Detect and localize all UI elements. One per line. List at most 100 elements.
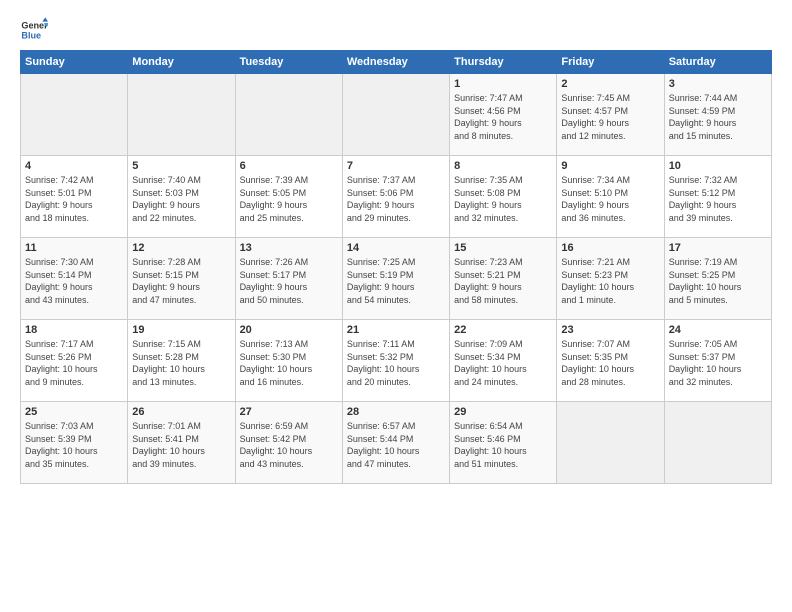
day-number: 11 [25, 242, 123, 254]
day-info: Sunrise: 7:32 AM Sunset: 5:12 PM Dayligh… [669, 174, 767, 224]
day-cell: 18 Sunrise: 7:17 AM Sunset: 5:26 PM Dayli… [21, 320, 128, 402]
header-cell-wednesday: Wednesday [342, 51, 449, 74]
day-info: Sunrise: 6:57 AM Sunset: 5:44 PM Dayligh… [347, 420, 445, 470]
day-number: 21 [347, 324, 445, 336]
logo: General Blue [20, 16, 52, 44]
day-info: Sunrise: 7:05 AM Sunset: 5:37 PM Dayligh… [669, 338, 767, 388]
day-cell [235, 74, 342, 156]
day-info: Sunrise: 7:35 AM Sunset: 5:08 PM Dayligh… [454, 174, 552, 224]
day-info: Sunrise: 7:42 AM Sunset: 5:01 PM Dayligh… [25, 174, 123, 224]
day-number: 3 [669, 78, 767, 90]
header-cell-monday: Monday [128, 51, 235, 74]
day-cell [128, 74, 235, 156]
day-cell: 13 Sunrise: 7:26 AM Sunset: 5:17 PM Dayli… [235, 238, 342, 320]
day-cell [664, 402, 771, 484]
day-number: 19 [132, 324, 230, 336]
header-cell-saturday: Saturday [664, 51, 771, 74]
day-number: 15 [454, 242, 552, 254]
calendar-body: 1Sunrise: 7:47 AM Sunset: 4:56 PM Daylig… [21, 74, 772, 484]
day-cell: 4 Sunrise: 7:42 AM Sunset: 5:01 PM Daylig… [21, 156, 128, 238]
day-number: 13 [240, 242, 338, 254]
day-number: 6 [240, 160, 338, 172]
day-info: Sunrise: 7:21 AM Sunset: 5:23 PM Dayligh… [561, 256, 659, 306]
day-cell: 8 Sunrise: 7:35 AM Sunset: 5:08 PM Daylig… [450, 156, 557, 238]
day-number: 24 [669, 324, 767, 336]
day-number: 14 [347, 242, 445, 254]
day-number: 25 [25, 406, 123, 418]
day-number: 18 [25, 324, 123, 336]
day-number: 16 [561, 242, 659, 254]
day-cell: 25Sunrise: 7:03 AM Sunset: 5:39 PM Dayli… [21, 402, 128, 484]
day-number: 8 [454, 160, 552, 172]
header-row: SundayMondayTuesdayWednesdayThursdayFrid… [21, 51, 772, 74]
header-cell-tuesday: Tuesday [235, 51, 342, 74]
page: General Blue SundayMondayTuesdayWednesda… [0, 0, 792, 494]
day-number: 22 [454, 324, 552, 336]
day-cell: 9 Sunrise: 7:34 AM Sunset: 5:10 PM Daylig… [557, 156, 664, 238]
day-cell: 21 Sunrise: 7:11 AM Sunset: 5:32 PM Dayli… [342, 320, 449, 402]
day-info: Sunrise: 7:26 AM Sunset: 5:17 PM Dayligh… [240, 256, 338, 306]
day-info: Sunrise: 7:45 AM Sunset: 4:57 PM Dayligh… [561, 92, 659, 142]
day-number: 10 [669, 160, 767, 172]
day-info: Sunrise: 7:15 AM Sunset: 5:28 PM Dayligh… [132, 338, 230, 388]
logo-icon: General Blue [20, 16, 48, 44]
day-cell: 27Sunrise: 6:59 AM Sunset: 5:42 PM Dayli… [235, 402, 342, 484]
week-row-5: 25Sunrise: 7:03 AM Sunset: 5:39 PM Dayli… [21, 402, 772, 484]
day-cell: 10 Sunrise: 7:32 AM Sunset: 5:12 PM Dayli… [664, 156, 771, 238]
day-cell: 16 Sunrise: 7:21 AM Sunset: 5:23 PM Dayli… [557, 238, 664, 320]
day-number: 26 [132, 406, 230, 418]
day-number: 12 [132, 242, 230, 254]
day-cell: 5 Sunrise: 7:40 AM Sunset: 5:03 PM Daylig… [128, 156, 235, 238]
day-cell: 28Sunrise: 6:57 AM Sunset: 5:44 PM Dayli… [342, 402, 449, 484]
day-number: 9 [561, 160, 659, 172]
day-cell: 15 Sunrise: 7:23 AM Sunset: 5:21 PM Dayli… [450, 238, 557, 320]
day-info: Sunrise: 7:28 AM Sunset: 5:15 PM Dayligh… [132, 256, 230, 306]
calendar-header: SundayMondayTuesdayWednesdayThursdayFrid… [21, 51, 772, 74]
day-number: 27 [240, 406, 338, 418]
day-cell: 22Sunrise: 7:09 AM Sunset: 5:34 PM Dayli… [450, 320, 557, 402]
day-number: 17 [669, 242, 767, 254]
header-cell-friday: Friday [557, 51, 664, 74]
day-cell: 17 Sunrise: 7:19 AM Sunset: 5:25 PM Dayli… [664, 238, 771, 320]
day-info: Sunrise: 7:40 AM Sunset: 5:03 PM Dayligh… [132, 174, 230, 224]
week-row-3: 11 Sunrise: 7:30 AM Sunset: 5:14 PM Dayli… [21, 238, 772, 320]
day-info: Sunrise: 7:19 AM Sunset: 5:25 PM Dayligh… [669, 256, 767, 306]
day-number: 7 [347, 160, 445, 172]
day-info: Sunrise: 7:17 AM Sunset: 5:26 PM Dayligh… [25, 338, 123, 388]
day-number: 5 [132, 160, 230, 172]
day-info: Sunrise: 7:37 AM Sunset: 5:06 PM Dayligh… [347, 174, 445, 224]
day-cell: 19 Sunrise: 7:15 AM Sunset: 5:28 PM Dayli… [128, 320, 235, 402]
day-cell: 2Sunrise: 7:45 AM Sunset: 4:57 PM Daylig… [557, 74, 664, 156]
day-cell [342, 74, 449, 156]
day-cell: 12 Sunrise: 7:28 AM Sunset: 5:15 PM Dayli… [128, 238, 235, 320]
day-info: Sunrise: 7:11 AM Sunset: 5:32 PM Dayligh… [347, 338, 445, 388]
day-cell: 23Sunrise: 7:07 AM Sunset: 5:35 PM Dayli… [557, 320, 664, 402]
week-row-1: 1Sunrise: 7:47 AM Sunset: 4:56 PM Daylig… [21, 74, 772, 156]
header-cell-sunday: Sunday [21, 51, 128, 74]
header: General Blue [20, 16, 772, 44]
week-row-2: 4 Sunrise: 7:42 AM Sunset: 5:01 PM Daylig… [21, 156, 772, 238]
week-row-4: 18 Sunrise: 7:17 AM Sunset: 5:26 PM Dayli… [21, 320, 772, 402]
header-cell-thursday: Thursday [450, 51, 557, 74]
day-cell: 11 Sunrise: 7:30 AM Sunset: 5:14 PM Dayli… [21, 238, 128, 320]
day-number: 20 [240, 324, 338, 336]
day-info: Sunrise: 7:34 AM Sunset: 5:10 PM Dayligh… [561, 174, 659, 224]
day-cell: 26Sunrise: 7:01 AM Sunset: 5:41 PM Dayli… [128, 402, 235, 484]
calendar-table: SundayMondayTuesdayWednesdayThursdayFrid… [20, 50, 772, 484]
day-info: Sunrise: 7:47 AM Sunset: 4:56 PM Dayligh… [454, 92, 552, 142]
day-cell: 14Sunrise: 7:25 AM Sunset: 5:19 PM Dayli… [342, 238, 449, 320]
day-info: Sunrise: 7:23 AM Sunset: 5:21 PM Dayligh… [454, 256, 552, 306]
day-cell: 20 Sunrise: 7:13 AM Sunset: 5:30 PM Dayli… [235, 320, 342, 402]
day-cell: 7 Sunrise: 7:37 AM Sunset: 5:06 PM Daylig… [342, 156, 449, 238]
day-cell: 29Sunrise: 6:54 AM Sunset: 5:46 PM Dayli… [450, 402, 557, 484]
day-number: 23 [561, 324, 659, 336]
svg-text:General: General [21, 21, 48, 31]
day-info: Sunrise: 7:44 AM Sunset: 4:59 PM Dayligh… [669, 92, 767, 142]
day-cell: 1Sunrise: 7:47 AM Sunset: 4:56 PM Daylig… [450, 74, 557, 156]
day-info: Sunrise: 7:13 AM Sunset: 5:30 PM Dayligh… [240, 338, 338, 388]
day-number: 29 [454, 406, 552, 418]
day-number: 4 [25, 160, 123, 172]
day-info: Sunrise: 7:30 AM Sunset: 5:14 PM Dayligh… [25, 256, 123, 306]
day-cell: 6Sunrise: 7:39 AM Sunset: 5:05 PM Daylig… [235, 156, 342, 238]
day-cell [557, 402, 664, 484]
